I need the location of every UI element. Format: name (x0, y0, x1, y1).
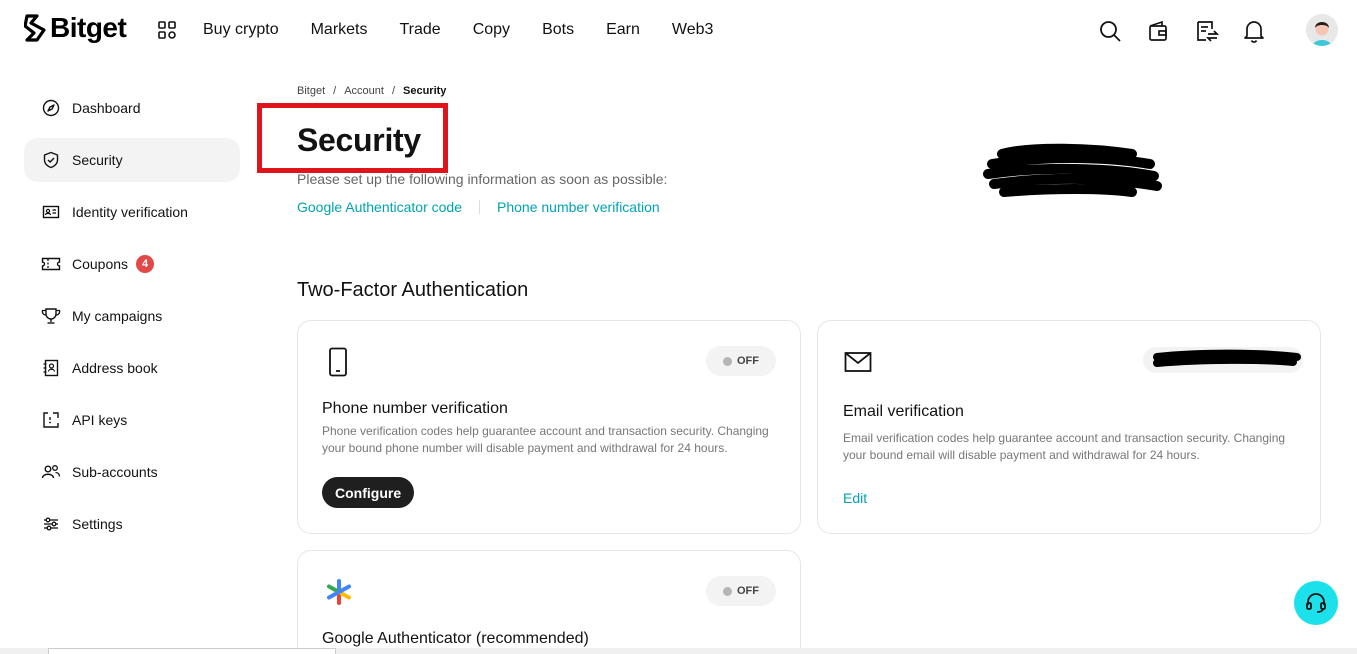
nav-trade[interactable]: Trade (400, 21, 441, 39)
sidebar-item-label: Dashboard (72, 100, 141, 116)
nav-earn[interactable]: Earn (606, 21, 640, 39)
email-verification-card: Email verification Email verification co… (817, 320, 1321, 534)
sidebar-item-label: API keys (72, 412, 128, 428)
configure-button[interactable]: Configure (322, 477, 415, 508)
sidebar-item-label: Sub-accounts (72, 464, 158, 480)
sidebar-item-label: Coupons (72, 256, 129, 272)
breadcrumb: Bitget / Account / Security (297, 85, 447, 97)
card-description: Email verification codes help guarantee … (843, 431, 1286, 462)
api-icon (41, 410, 61, 430)
phone-verification-status[interactable]: OFF (706, 346, 776, 376)
sidebar-item-dashboard[interactable]: Dashboard (24, 86, 240, 130)
google-authenticator-icon (326, 579, 352, 610)
id-card-icon (41, 202, 61, 222)
two-factor-section-title: Two-Factor Authentication (297, 279, 529, 301)
ticket-icon (41, 254, 61, 274)
orders-icon[interactable] (1194, 16, 1220, 46)
google-authenticator-link[interactable]: Google Authenticator code (297, 199, 462, 215)
status-dot (723, 586, 732, 596)
sidebar-item-label: My campaigns (72, 308, 163, 324)
bitget-logo[interactable]: Bitget (24, 12, 127, 44)
sidebar-item-api-keys[interactable]: API keys (24, 398, 240, 442)
sidebar-item-sub-accounts[interactable]: Sub-accounts (24, 450, 240, 494)
sidebar-item-security[interactable]: Security (24, 138, 240, 182)
nav-markets[interactable]: Markets (311, 21, 368, 39)
phone-icon (328, 347, 348, 382)
avatar[interactable] (1306, 14, 1338, 46)
google-authenticator-card: OFF Google Authenticator (recommended) (297, 550, 801, 654)
coupon-count-badge: 4 (136, 255, 155, 273)
annotation-highlight-box (257, 103, 448, 173)
sidebar-item-label: Identity verification (72, 204, 188, 220)
sidebar-item-settings[interactable]: Settings (24, 502, 240, 546)
link-divider (479, 200, 481, 214)
main-nav: Buy crypto Markets Trade Copy Bots Earn … (203, 21, 745, 39)
card-title: Phone number verification (322, 400, 508, 417)
phone-verification-link[interactable]: Phone number verification (497, 199, 660, 215)
users-icon (41, 462, 61, 482)
quick-links: Google Authenticator code Phone number v… (297, 199, 660, 215)
page-subtitle: Please set up the following information … (297, 171, 668, 187)
card-title: Email verification (843, 403, 964, 420)
status-label: OFF (737, 355, 759, 367)
nav-buy-crypto[interactable]: Buy crypto (203, 21, 279, 39)
edit-email-link[interactable]: Edit (843, 490, 867, 506)
breadcrumb-item-account[interactable]: Account (344, 85, 384, 97)
breadcrumb-item-current: Security (403, 85, 447, 97)
horizontal-scrollbar[interactable] (0, 648, 1357, 654)
email-redaction-scribble (1143, 347, 1303, 373)
top-nav-bar: Bitget Buy crypto Markets Trade Copy Bot… (0, 0, 1357, 60)
status-label: OFF (737, 585, 759, 597)
sidebar-item-address-book[interactable]: Address book (24, 346, 240, 390)
account-sidebar: Dashboard Security Identity verification… (24, 86, 240, 554)
nav-copy[interactable]: Copy (473, 21, 510, 39)
phone-verification-card: OFF Phone number verification Phone veri… (297, 320, 801, 534)
sliders-icon (41, 514, 61, 534)
sidebar-item-label: Settings (72, 516, 123, 532)
sidebar-item-coupons[interactable]: Coupons 4 (24, 242, 240, 286)
trophy-icon (41, 306, 61, 326)
search-icon[interactable] (1097, 16, 1123, 46)
card-description: Phone verification codes help guarantee … (322, 424, 769, 455)
headset-icon (1306, 593, 1326, 613)
apps-grid-icon[interactable] (157, 20, 177, 45)
nav-web3[interactable]: Web3 (672, 21, 714, 39)
sidebar-item-label: Address book (72, 360, 158, 376)
status-dot (723, 356, 732, 366)
mail-icon (844, 351, 872, 378)
bell-icon[interactable] (1241, 16, 1267, 46)
brand-name: Bitget (50, 12, 127, 43)
nav-bots[interactable]: Bots (542, 21, 574, 39)
wallet-icon[interactable] (1145, 16, 1171, 46)
support-chat-button[interactable] (1294, 581, 1338, 625)
google-authenticator-status[interactable]: OFF (706, 576, 776, 606)
shield-icon (41, 150, 61, 170)
card-title: Google Authenticator (recommended) (322, 630, 589, 647)
sidebar-item-my-campaigns[interactable]: My campaigns (24, 294, 240, 338)
sidebar-item-identity-verification[interactable]: Identity verification (24, 190, 240, 234)
avatar-icon (1306, 14, 1338, 46)
scrollbar-thumb[interactable] (48, 648, 336, 654)
breadcrumb-item-bitget[interactable]: Bitget (297, 85, 325, 97)
address-book-icon (41, 358, 61, 378)
sidebar-item-label: Security (72, 152, 123, 168)
bitget-logo-mark-icon (24, 14, 46, 42)
redaction-scribble (983, 143, 1162, 197)
compass-icon (41, 98, 61, 118)
